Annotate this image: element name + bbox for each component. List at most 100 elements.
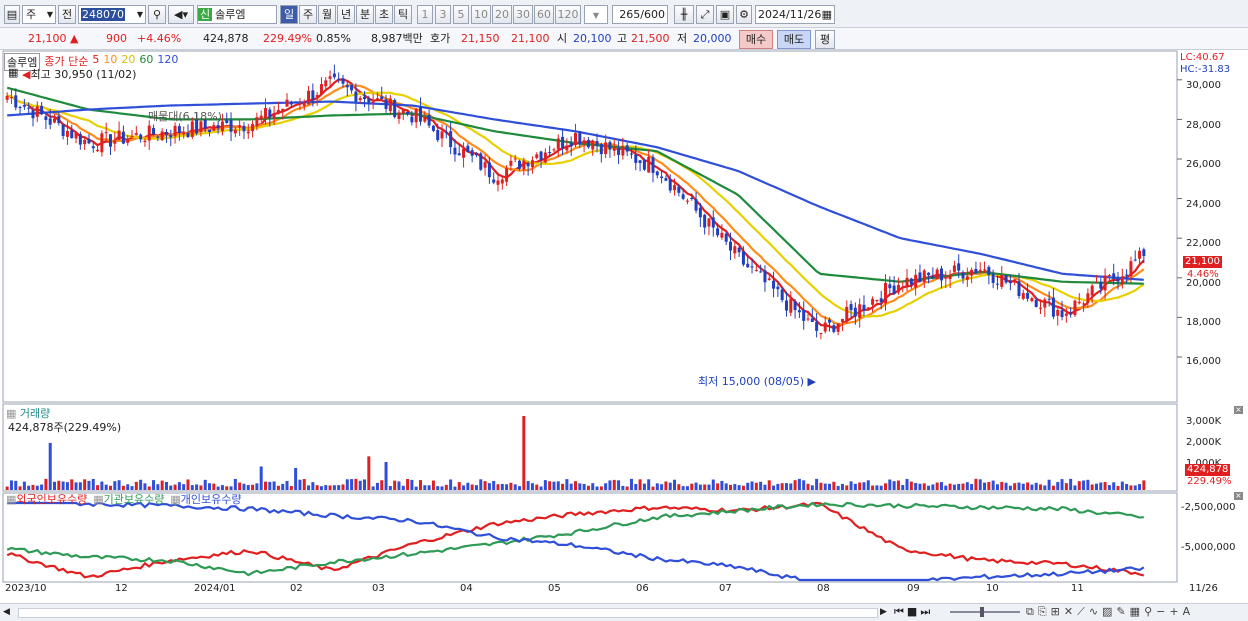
volume-bar	[487, 483, 491, 490]
market-select[interactable]: 주 ▼	[22, 5, 56, 24]
settings-gear-icon[interactable]: ⚙	[736, 5, 752, 24]
holding-series-individual[interactable]: ▦개인보유수량	[170, 491, 241, 507]
price-panel-icon[interactable]: ▦	[8, 66, 18, 79]
volume-bar	[711, 479, 715, 490]
volume-close-icon[interactable]: ×	[1234, 406, 1243, 414]
volume-bar	[647, 479, 651, 490]
tick-120-button[interactable]: 120	[555, 5, 581, 24]
sell-button[interactable]: 매도	[777, 30, 811, 49]
volume-bar	[294, 468, 298, 490]
volume-bar	[965, 482, 969, 490]
candle-body	[677, 186, 681, 193]
pen-icon[interactable]: ✎	[1116, 605, 1125, 619]
period-month-button[interactable]: 월	[318, 5, 336, 24]
period-minute-button[interactable]: 분	[356, 5, 374, 24]
period-second-button[interactable]: 초	[375, 5, 393, 24]
rewind-icon[interactable]: ⏮	[894, 605, 904, 619]
volume-bar	[195, 484, 199, 490]
minus-icon[interactable]: −	[1156, 605, 1165, 619]
period-week-button[interactable]: 주	[299, 5, 317, 24]
volume-bar	[496, 484, 500, 490]
search-icon[interactable]: ⚲	[148, 5, 166, 24]
draw-tool-icon[interactable]: ⤢	[696, 5, 714, 24]
candle-body	[384, 99, 388, 110]
holding-close-icon[interactable]: ×	[1234, 492, 1243, 500]
candle-body	[311, 90, 315, 100]
stock-name-field[interactable]: 신 솔루엠	[197, 5, 277, 24]
volume-bar	[156, 484, 160, 490]
font-icon[interactable]: A	[1183, 605, 1191, 619]
zoom-slider-handle[interactable]	[980, 607, 984, 617]
candle-body	[31, 110, 35, 119]
volume-bar	[892, 481, 896, 490]
arrow-right-icon: ▶	[807, 375, 816, 388]
tick-10-button[interactable]: 10	[471, 5, 491, 24]
candle-body	[410, 116, 414, 123]
save-icon[interactable]: ▣	[716, 5, 734, 24]
scroll-left-icon[interactable]: ◀	[3, 607, 10, 617]
period-tick-button[interactable]: 틱	[394, 5, 412, 24]
candle-body	[535, 154, 539, 158]
tick-3-button[interactable]: 3	[435, 5, 451, 24]
image-icon[interactable]: ▨	[1102, 605, 1112, 619]
candle-body	[173, 125, 177, 137]
copy-icon[interactable]: ⎘	[1038, 605, 1047, 619]
tick-60-button[interactable]: 60	[534, 5, 554, 24]
holding-series-institution[interactable]: ▦기관보유수량	[93, 491, 164, 507]
data-count-field[interactable]: 265/600	[612, 5, 668, 24]
volume-bar	[638, 479, 642, 490]
volume-bar	[100, 481, 104, 490]
period-day-button[interactable]: 일	[280, 5, 298, 24]
chart-canvas[interactable]	[0, 50, 1248, 603]
chart-area[interactable]: 솔루엠 종가 단순 5 10 20 60 120 ▦ ◀최고 30,950 (1…	[0, 50, 1248, 603]
avg-price-button[interactable]: 평	[815, 30, 835, 49]
volume-bar	[1026, 482, 1030, 490]
volume-bar	[707, 484, 711, 490]
candle-body	[483, 162, 487, 168]
candle-body	[759, 271, 763, 273]
volume-bar	[121, 485, 125, 490]
tick-30-button[interactable]: 30	[513, 5, 533, 24]
candle-body	[1017, 281, 1021, 296]
candle-body	[302, 101, 306, 106]
trend-icon[interactable]: ⟋	[1077, 605, 1085, 619]
holding-series-foreign[interactable]: ▦외국인보유수량	[6, 491, 87, 507]
stock-code-input[interactable]: 248070 ▼	[78, 5, 146, 24]
candle-body	[208, 129, 212, 133]
volume-bar	[509, 482, 513, 490]
grid-icon[interactable]: ▦	[1130, 605, 1140, 619]
buy-button[interactable]: 매수	[739, 30, 773, 49]
wave-icon[interactable]: ∿	[1089, 605, 1098, 619]
scrollbar-track[interactable]	[18, 608, 878, 618]
stop-icon[interactable]: ■	[907, 605, 917, 619]
volume-bar	[815, 478, 819, 490]
volume-bar	[634, 484, 638, 490]
split-icon[interactable]: ⊞	[1051, 605, 1060, 619]
tick-1-button[interactable]: 1	[417, 5, 433, 24]
volume-bar	[354, 478, 358, 490]
tick-custom-select[interactable]: ▼	[584, 5, 608, 24]
fast-forward-icon[interactable]: ⏭	[920, 605, 930, 619]
volume-bar	[311, 482, 315, 490]
layout-icon[interactable]: ⧉	[1026, 605, 1034, 619]
candle-body	[526, 163, 530, 167]
volume-bar	[35, 485, 39, 490]
tick-20-button[interactable]: 20	[492, 5, 512, 24]
prev-button[interactable]: 전	[58, 5, 76, 24]
magnifier-icon[interactable]: ⚲	[1144, 605, 1152, 619]
period-year-button[interactable]: 년	[337, 5, 355, 24]
candle-body	[832, 325, 836, 332]
date-input[interactable]: 2024/11/26 ▦	[755, 5, 835, 24]
candle-type-icon[interactable]: ╫	[674, 5, 694, 24]
plus-icon[interactable]: +	[1169, 605, 1178, 619]
tick-5-button[interactable]: 5	[453, 5, 469, 24]
scroll-right-icon[interactable]: ▶	[880, 607, 887, 617]
cross-icon[interactable]: ✕	[1064, 605, 1073, 619]
candle-body	[117, 130, 121, 140]
volume-bar	[1034, 482, 1038, 490]
volume-bar	[104, 484, 108, 490]
zoom-slider[interactable]	[950, 611, 1020, 613]
volume-bar	[233, 478, 237, 490]
speaker-icon[interactable]: ◀▾	[168, 5, 194, 24]
window-menu-icon[interactable]: ▤	[4, 5, 20, 24]
